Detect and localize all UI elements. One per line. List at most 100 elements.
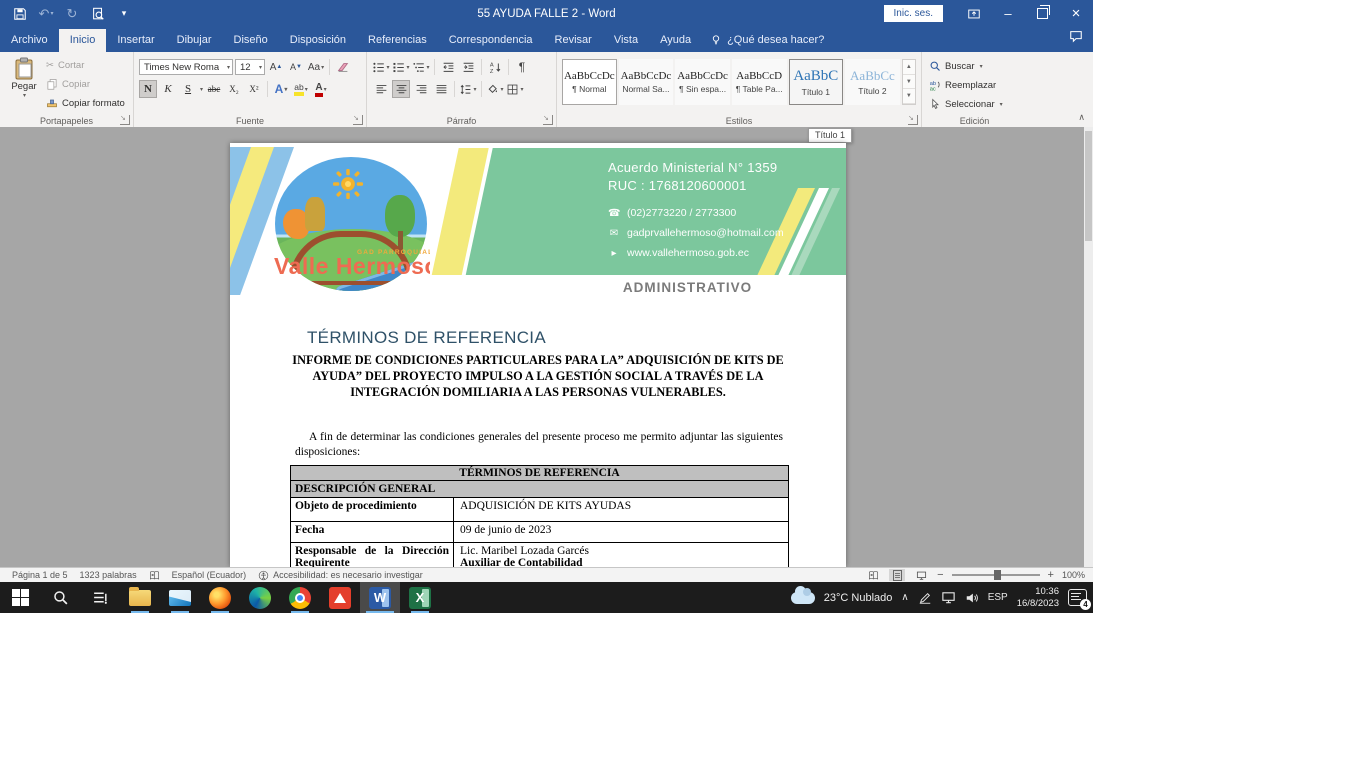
bold-button[interactable]: N: [139, 80, 157, 98]
show-marks-button[interactable]: ¶: [513, 58, 531, 76]
font-color-button[interactable]: A▾: [312, 80, 330, 98]
ribbon-display-options-icon[interactable]: [957, 0, 991, 27]
hidden-icons-chevron[interactable]: ∧: [901, 592, 908, 603]
dialog-launcher-icon[interactable]: ↘: [543, 115, 553, 125]
redo-icon[interactable]: ↻: [64, 6, 80, 22]
document-page[interactable]: GAD PARROQUIAL Valle Hermoso Acuerdo Min…: [230, 143, 846, 567]
bullets-button[interactable]: ▾: [372, 58, 390, 76]
tab-ayuda[interactable]: Ayuda: [649, 29, 702, 52]
firefox-button[interactable]: [200, 582, 240, 613]
start-button[interactable]: [0, 582, 40, 613]
zoom-slider[interactable]: [952, 574, 1040, 576]
style-normal-sa[interactable]: AaBbCcDc Normal Sa...: [619, 59, 674, 105]
numbering-button[interactable]: ▾: [392, 58, 410, 76]
gallery-more-icon[interactable]: ▼: [903, 89, 915, 104]
superscript-button[interactable]: X²: [245, 80, 263, 98]
find-button[interactable]: Buscar ▾: [929, 57, 1020, 75]
mail-button[interactable]: [160, 582, 200, 613]
font-size-combo[interactable]: 12 ▾: [235, 59, 265, 75]
justify-button[interactable]: [432, 80, 450, 98]
text-effects-button[interactable]: A▾: [272, 80, 290, 98]
style-table-pa[interactable]: AaBbCcD ¶ Table Pa...: [732, 59, 787, 105]
zoom-out-button[interactable]: −: [937, 569, 943, 581]
tab-diseno[interactable]: Diseño: [223, 29, 279, 52]
language-indicator[interactable]: Español (Ecuador): [172, 570, 247, 580]
save-icon[interactable]: [12, 6, 28, 22]
acrobat-button[interactable]: [320, 582, 360, 613]
vertical-scrollbar[interactable]: [1084, 127, 1093, 567]
replace-button[interactable]: Reemplazar: [929, 76, 1020, 94]
tab-disposicion[interactable]: Disposición: [279, 29, 357, 52]
style-sin-espaciado[interactable]: AaBbCcDc ¶ Sin espa...: [675, 59, 730, 105]
restore-button[interactable]: [1025, 0, 1059, 27]
accessibility-status[interactable]: Accesibilidad: es necesario investigar: [258, 570, 423, 581]
increase-indent-button[interactable]: [459, 58, 477, 76]
comments-icon[interactable]: [1069, 29, 1083, 48]
borders-button[interactable]: ▾: [506, 80, 524, 98]
zoom-handle[interactable]: [994, 570, 1001, 580]
weather-text[interactable]: 23°C Nublado: [824, 592, 893, 604]
strikethrough-button[interactable]: abc: [205, 80, 223, 98]
subscript-button[interactable]: X₂: [225, 80, 243, 98]
chrome-button[interactable]: [280, 582, 320, 613]
proofing-icon[interactable]: [149, 570, 160, 581]
select-button[interactable]: Seleccionar ▾: [929, 95, 1020, 113]
grow-font-button[interactable]: A▲: [267, 58, 285, 76]
sign-in-button[interactable]: Inic. ses.: [884, 5, 943, 22]
styles-gallery-scrollbar[interactable]: ▲ ▼ ▼: [902, 59, 916, 105]
line-spacing-button[interactable]: ▾: [459, 80, 477, 98]
zoom-level[interactable]: 100%: [1062, 570, 1085, 580]
print-preview-icon[interactable]: [90, 6, 106, 22]
format-painter-button[interactable]: Copiar formato: [46, 94, 125, 112]
align-right-button[interactable]: [412, 80, 430, 98]
tell-me-box[interactable]: ¿Qué desea hacer?: [702, 29, 832, 52]
read-mode-button[interactable]: [865, 569, 881, 581]
customize-qat-icon[interactable]: ▾: [116, 6, 132, 22]
speaker-icon[interactable]: [965, 591, 979, 605]
align-center-button[interactable]: [392, 80, 410, 98]
style-titulo-2[interactable]: AaBbCc Título 2: [845, 59, 900, 105]
dialog-launcher-icon[interactable]: ↘: [353, 115, 363, 125]
font-name-combo[interactable]: Times New Roma ▾: [139, 59, 233, 75]
tab-archivo[interactable]: Archivo: [0, 29, 59, 52]
pen-input-icon[interactable]: [918, 591, 932, 605]
undo-icon[interactable]: ↶▾: [38, 6, 54, 22]
gallery-up-icon[interactable]: ▲: [903, 60, 915, 75]
tab-insertar[interactable]: Insertar: [106, 29, 165, 52]
decrease-indent-button[interactable]: [439, 58, 457, 76]
style-normal[interactable]: AaBbCcDc ¶ Normal: [562, 59, 617, 105]
excel-button[interactable]: X: [400, 582, 440, 613]
italic-button[interactable]: K: [159, 80, 177, 98]
page-indicator[interactable]: Página 1 de 5: [12, 570, 68, 580]
weather-cloud-icon[interactable]: [791, 592, 815, 604]
word-button[interactable]: W: [360, 582, 400, 613]
paste-button[interactable]: Pegar ▾: [6, 57, 42, 109]
tab-correspondencia[interactable]: Correspondencia: [438, 29, 544, 52]
clock[interactable]: 10:36 16/8/2023: [1017, 586, 1059, 610]
minimize-button[interactable]: –: [991, 0, 1025, 27]
network-icon[interactable]: [941, 590, 956, 605]
dialog-launcher-icon[interactable]: ↘: [908, 115, 918, 125]
clear-formatting-button[interactable]: [334, 58, 352, 76]
cut-button[interactable]: ✂ Cortar: [46, 56, 125, 74]
dialog-launcher-icon[interactable]: ↘: [120, 115, 130, 125]
tab-vista[interactable]: Vista: [603, 29, 649, 52]
collapse-ribbon-icon[interactable]: ∧: [1078, 112, 1085, 123]
edge-button[interactable]: [240, 582, 280, 613]
keyboard-language[interactable]: ESP: [988, 592, 1008, 603]
sort-button[interactable]: [486, 58, 504, 76]
task-view-button[interactable]: [80, 582, 120, 613]
file-explorer-button[interactable]: [120, 582, 160, 613]
chevron-down-icon[interactable]: ▾: [200, 86, 203, 93]
underline-button[interactable]: S: [179, 80, 197, 98]
web-layout-button[interactable]: [913, 569, 929, 581]
align-left-button[interactable]: [372, 80, 390, 98]
multilevel-list-button[interactable]: ▾: [412, 58, 430, 76]
taskbar-search-button[interactable]: [40, 582, 80, 613]
style-titulo-1[interactable]: AaBbC Título 1: [789, 59, 844, 105]
tab-revisar[interactable]: Revisar: [544, 29, 603, 52]
copy-button[interactable]: Copiar: [46, 75, 125, 93]
tab-referencias[interactable]: Referencias: [357, 29, 438, 52]
change-case-button[interactable]: Aa▾: [307, 58, 325, 76]
notifications-icon[interactable]: 4: [1068, 589, 1087, 606]
